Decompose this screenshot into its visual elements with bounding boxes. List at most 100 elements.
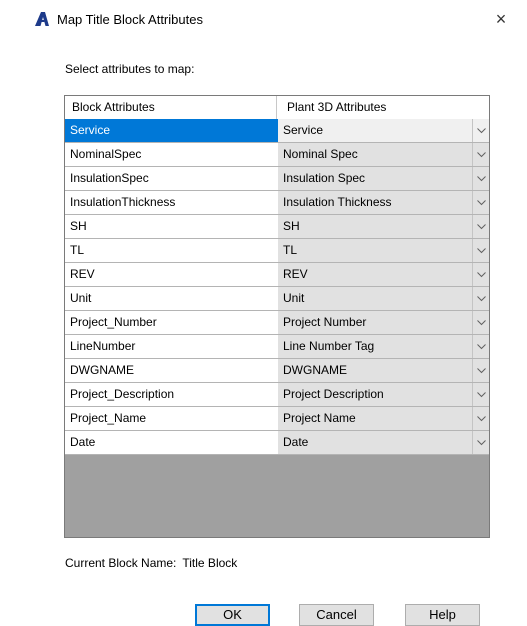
- block-attribute-cell[interactable]: Project_Name: [65, 407, 282, 431]
- table-row[interactable]: NominalSpec Nominal Spec: [65, 143, 489, 167]
- dropdown-arrow-button[interactable]: [472, 239, 489, 262]
- prompt-label: Select attributes to map:: [65, 62, 195, 76]
- block-attribute-cell[interactable]: InsulationThickness: [65, 191, 282, 215]
- table-row[interactable]: Unit Unit: [65, 287, 489, 311]
- column-header-block-attributes[interactable]: Block Attributes: [65, 96, 277, 119]
- help-button[interactable]: Help: [405, 604, 480, 626]
- plant3d-attribute-dropdown[interactable]: DWGNAME: [278, 359, 489, 383]
- plant3d-attribute-dropdown[interactable]: Line Number Tag: [278, 335, 489, 359]
- plant3d-attribute-dropdown[interactable]: Insulation Thickness: [278, 191, 489, 215]
- table-row[interactable]: Date Date: [65, 431, 489, 455]
- chevron-down-icon: [477, 128, 486, 134]
- close-icon: ×: [495, 9, 507, 29]
- dropdown-value: Nominal Spec: [283, 147, 358, 161]
- chevron-down-icon: [477, 200, 486, 206]
- block-attribute-cell[interactable]: NominalSpec: [65, 143, 282, 167]
- dropdown-arrow-button[interactable]: [472, 263, 489, 286]
- chevron-down-icon: [477, 176, 486, 182]
- dropdown-arrow-button[interactable]: [472, 407, 489, 430]
- table-row[interactable]: REV REV: [65, 263, 489, 287]
- current-block-label: Current Block Name:: [65, 556, 177, 570]
- plant3d-attribute-dropdown[interactable]: TL: [278, 239, 489, 263]
- chevron-down-icon: [477, 344, 486, 350]
- dropdown-value: TL: [283, 243, 298, 257]
- dropdown-value: Insulation Thickness: [283, 195, 392, 209]
- dropdown-arrow-button[interactable]: [472, 311, 489, 334]
- plant3d-attribute-dropdown[interactable]: Project Description: [278, 383, 489, 407]
- block-attribute-cell[interactable]: Date: [65, 431, 282, 455]
- plant3d-attribute-dropdown[interactable]: Project Name: [278, 407, 489, 431]
- block-attribute-cell[interactable]: REV: [65, 263, 282, 287]
- table-row[interactable]: LineNumber Line Number Tag: [65, 335, 489, 359]
- dropdown-value: Date: [283, 435, 309, 449]
- chevron-down-icon: [477, 320, 486, 326]
- autocad-logo-icon: [35, 12, 49, 26]
- chevron-down-icon: [477, 152, 486, 158]
- cancel-button[interactable]: Cancel: [299, 604, 374, 626]
- dropdown-value: Line Number Tag: [283, 339, 375, 353]
- block-attribute-cell[interactable]: Service: [65, 119, 282, 143]
- dropdown-value: Project Name: [283, 411, 356, 425]
- dropdown-value: REV: [283, 267, 308, 281]
- table-row[interactable]: TL TL: [65, 239, 489, 263]
- dropdown-arrow-button[interactable]: [472, 335, 489, 358]
- block-attribute-cell[interactable]: Project_Number: [65, 311, 282, 335]
- dropdown-value: Project Description: [283, 387, 384, 401]
- window-title: Map Title Block Attributes: [57, 12, 203, 27]
- title-bar: Map Title Block Attributes ×: [0, 0, 527, 38]
- plant3d-attribute-dropdown[interactable]: Service: [278, 119, 489, 143]
- table-row[interactable]: Project_Name Project Name: [65, 407, 489, 431]
- plant3d-attribute-dropdown[interactable]: REV: [278, 263, 489, 287]
- dropdown-arrow-button[interactable]: [472, 383, 489, 406]
- plant3d-attribute-dropdown[interactable]: Unit: [278, 287, 489, 311]
- plant3d-attribute-dropdown[interactable]: Nominal Spec: [278, 143, 489, 167]
- block-attribute-cell[interactable]: Unit: [65, 287, 282, 311]
- chevron-down-icon: [477, 416, 486, 422]
- dropdown-value: Unit: [283, 291, 305, 305]
- current-block-value: Title Block: [182, 556, 238, 570]
- plant3d-attribute-dropdown[interactable]: Date: [278, 431, 489, 455]
- chevron-down-icon: [477, 272, 486, 278]
- chevron-down-icon: [477, 296, 486, 302]
- block-attribute-cell[interactable]: InsulationSpec: [65, 167, 282, 191]
- plant3d-attribute-dropdown[interactable]: SH: [278, 215, 489, 239]
- dropdown-arrow-button[interactable]: [472, 119, 489, 142]
- grid-header: Block Attributes Plant 3D Attributes: [65, 96, 489, 120]
- current-block-name: Current Block Name: Title Block: [65, 556, 237, 570]
- dropdown-value: DWGNAME: [283, 363, 347, 377]
- table-row[interactable]: SH SH: [65, 215, 489, 239]
- table-row[interactable]: InsulationSpec Insulation Spec: [65, 167, 489, 191]
- close-button[interactable]: ×: [488, 7, 514, 31]
- chevron-down-icon: [477, 224, 486, 230]
- table-row[interactable]: Service Service: [65, 119, 489, 143]
- block-attribute-cell[interactable]: Project_Description: [65, 383, 282, 407]
- attribute-mapping-grid[interactable]: Block Attributes Plant 3D Attributes Ser…: [64, 95, 490, 538]
- block-attribute-cell[interactable]: LineNumber: [65, 335, 282, 359]
- chevron-down-icon: [477, 440, 486, 446]
- dropdown-arrow-button[interactable]: [472, 359, 489, 382]
- dropdown-value: Project Number: [283, 315, 367, 329]
- plant3d-attribute-dropdown[interactable]: Project Number: [278, 311, 489, 335]
- dropdown-arrow-button[interactable]: [472, 167, 489, 190]
- table-row[interactable]: Project_Description Project Description: [65, 383, 489, 407]
- dropdown-value: Insulation Spec: [283, 171, 366, 185]
- plant3d-attribute-dropdown[interactable]: Insulation Spec: [278, 167, 489, 191]
- chevron-down-icon: [477, 392, 486, 398]
- column-header-plant3d-attributes[interactable]: Plant 3D Attributes: [277, 96, 489, 119]
- dropdown-arrow-button[interactable]: [472, 215, 489, 238]
- dropdown-arrow-button[interactable]: [472, 431, 489, 454]
- dropdown-value: SH: [283, 219, 300, 233]
- block-attribute-cell[interactable]: DWGNAME: [65, 359, 282, 383]
- dropdown-arrow-button[interactable]: [472, 143, 489, 166]
- dropdown-arrow-button[interactable]: [472, 191, 489, 214]
- table-row[interactable]: DWGNAME DWGNAME: [65, 359, 489, 383]
- grid-rows: Service Service NominalSpec Nominal Spec Ins…: [65, 119, 489, 455]
- block-attribute-cell[interactable]: TL: [65, 239, 282, 263]
- dropdown-value: Service: [283, 123, 324, 137]
- ok-button[interactable]: OK: [195, 604, 270, 626]
- dropdown-arrow-button[interactable]: [472, 287, 489, 310]
- table-row[interactable]: InsulationThickness Insulation Thickness: [65, 191, 489, 215]
- block-attribute-cell[interactable]: SH: [65, 215, 282, 239]
- table-row[interactable]: Project_Number Project Number: [65, 311, 489, 335]
- chevron-down-icon: [477, 368, 486, 374]
